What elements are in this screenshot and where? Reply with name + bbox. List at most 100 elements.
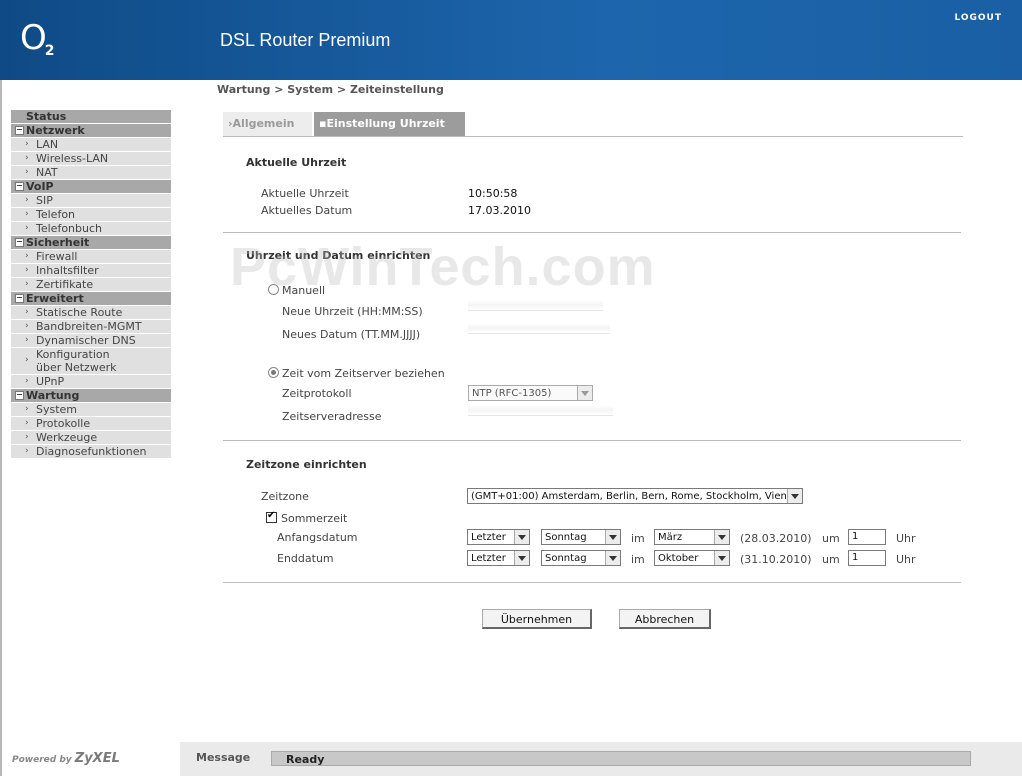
- nav-item-diagnose[interactable]: › Diagnosefunktionen: [11, 445, 171, 459]
- start-uhr-label: Uhr: [896, 532, 916, 545]
- arrow-icon: ›: [25, 432, 29, 442]
- start-um-label: um: [822, 532, 840, 545]
- chevron-down-icon: [514, 551, 529, 565]
- nav-item-sip[interactable]: › SIP: [11, 194, 171, 208]
- dst-checkbox[interactable]: [266, 510, 277, 523]
- divider: [223, 440, 961, 441]
- powered-by-logo: Powered by ZyXEL: [12, 751, 120, 766]
- tab-allgemein[interactable]: ›Allgemein: [223, 112, 312, 136]
- arrow-icon: ›: [25, 195, 29, 205]
- nav-item-statische-route[interactable]: › Statische Route: [11, 306, 171, 320]
- nav-category-erweitert[interactable]: − Erweitert: [11, 292, 171, 306]
- divider: [223, 232, 961, 233]
- nav-item-nat[interactable]: › NAT: [11, 166, 171, 180]
- nav-item-wlan[interactable]: › Wireless-LAN: [11, 152, 171, 166]
- apply-button[interactable]: Übernehmen: [482, 609, 592, 629]
- arrow-icon: ›: [25, 307, 29, 317]
- arrow-icon: ›: [25, 251, 29, 261]
- chevron-down-icon: [577, 386, 592, 400]
- nav-item-bandbreiten[interactable]: › Bandbreiten-MGMT: [11, 320, 171, 334]
- tab-einstellung-uhrzeit[interactable]: ▪Einstellung Uhrzeit: [314, 112, 465, 136]
- new-date-input[interactable]: [468, 323, 610, 334]
- arrow-icon: ›: [25, 321, 29, 331]
- end-hour-input[interactable]: 1: [848, 550, 886, 566]
- end-uhr-label: Uhr: [896, 553, 916, 566]
- nav-item-inhaltsfilter[interactable]: › Inhaltsfilter: [11, 264, 171, 278]
- nav-item-system[interactable]: › System: [11, 403, 171, 417]
- collapse-icon[interactable]: −: [15, 126, 24, 135]
- start-date-text: (28.03.2010): [740, 532, 812, 545]
- arrow-icon: ›: [25, 139, 29, 149]
- arrow-icon: ›: [25, 446, 29, 456]
- o2-logo: O2: [20, 18, 55, 59]
- current-date-value: 17.03.2010: [468, 204, 531, 217]
- start-hour-input[interactable]: 1: [848, 529, 886, 545]
- new-time-input[interactable]: [468, 300, 603, 311]
- arrow-icon: ›: [25, 167, 29, 177]
- breadcrumb: Wartung > System > Zeiteinstellung: [217, 83, 444, 96]
- section-title-set-time: Uhrzeit und Datum einrichten: [246, 249, 431, 262]
- current-time-label: Aktuelle Uhrzeit: [261, 187, 349, 200]
- nav-item-telefonbuch[interactable]: › Telefonbuch: [11, 222, 171, 236]
- logout-link[interactable]: LOGOUT: [954, 13, 1002, 23]
- nav-item-upnp[interactable]: › UPnP: [11, 375, 171, 389]
- chevron-down-icon: [605, 551, 620, 565]
- section-title-current: Aktuelle Uhrzeit: [246, 156, 347, 169]
- divider: [223, 136, 963, 137]
- arrow-icon: ›: [25, 355, 29, 365]
- end-date-label: Enddatum: [277, 552, 334, 565]
- chevron-down-icon: [714, 551, 729, 565]
- collapse-icon[interactable]: −: [15, 182, 24, 191]
- timezone-select[interactable]: (GMT+01:00) Amsterdam, Berlin, Bern, Rom…: [467, 488, 803, 504]
- radio-manual[interactable]: [268, 284, 279, 295]
- current-time-value: 10:50:58: [468, 187, 518, 200]
- nav-item-lan[interactable]: › LAN: [11, 138, 171, 152]
- server-address-label: Zeitserveradresse: [282, 410, 382, 423]
- radio-time-server[interactable]: [268, 367, 279, 378]
- new-date-label: Neues Datum (TT.MM.JJJJ): [282, 328, 421, 341]
- nav-item-firewall[interactable]: › Firewall: [11, 250, 171, 264]
- header-bar: O2 DSL Router Premium LOGOUT: [0, 0, 1022, 80]
- dst-label: Sommerzeit: [281, 512, 348, 525]
- cancel-button[interactable]: Abbrechen: [619, 609, 711, 629]
- chevron-down-icon: [605, 530, 620, 544]
- section-title-timezone: Zeitzone einrichten: [246, 458, 367, 471]
- end-month-select[interactable]: Oktober: [654, 550, 730, 566]
- current-date-label: Aktuelles Datum: [261, 204, 353, 217]
- nav-item-zertifikate[interactable]: › Zertifikate: [11, 278, 171, 292]
- arrow-icon: ›: [25, 265, 29, 275]
- collapse-icon[interactable]: −: [15, 238, 24, 247]
- end-um-label: um: [822, 553, 840, 566]
- start-day-select[interactable]: Sonntag: [541, 529, 621, 545]
- nav-category-sicherheit[interactable]: − Sicherheit: [11, 236, 171, 250]
- nav-item-dyndns[interactable]: › Dynamischer DNS: [11, 334, 171, 348]
- end-day-select[interactable]: Sonntag: [541, 550, 621, 566]
- start-week-select[interactable]: Letzter: [467, 529, 530, 545]
- nav-category-voip[interactable]: − VoIP: [11, 180, 171, 194]
- radio-time-server-label: Zeit vom Zeitserver beziehen: [282, 367, 445, 380]
- server-address-input[interactable]: [468, 405, 613, 416]
- protocol-select[interactable]: NTP (RFC-1305): [468, 385, 593, 401]
- nav-category-status[interactable]: Status: [11, 110, 171, 124]
- start-month-select[interactable]: März: [654, 529, 730, 545]
- nav-category-netzwerk[interactable]: − Netzwerk: [11, 124, 171, 138]
- new-time-label: Neue Uhrzeit (HH:MM:SS): [282, 305, 423, 318]
- nav-item-konfiguration[interactable]: › Konfiguration über Netzwerk: [11, 348, 171, 375]
- arrow-icon: ›: [25, 209, 29, 219]
- nav-item-telefon[interactable]: › Telefon: [11, 208, 171, 222]
- nav-item-protokolle[interactable]: › Protokolle: [11, 417, 171, 431]
- end-date-text: (31.10.2010): [740, 553, 812, 566]
- collapse-icon[interactable]: −: [15, 391, 24, 400]
- collapse-icon[interactable]: −: [15, 294, 24, 303]
- product-title: DSL Router Premium: [220, 30, 391, 50]
- arrow-icon: ›: [25, 418, 29, 428]
- nav-category-wartung[interactable]: − Wartung: [11, 389, 171, 403]
- arrow-icon: ›: [25, 404, 29, 414]
- timezone-label: Zeitzone: [261, 490, 309, 503]
- chevron-down-icon: [787, 489, 802, 503]
- arrow-icon: ›: [25, 153, 29, 163]
- end-week-select[interactable]: Letzter: [467, 550, 530, 566]
- nav-item-werkzeuge[interactable]: › Werkzeuge: [11, 431, 171, 445]
- radio-manual-label: Manuell: [282, 284, 326, 297]
- divider: [223, 582, 961, 583]
